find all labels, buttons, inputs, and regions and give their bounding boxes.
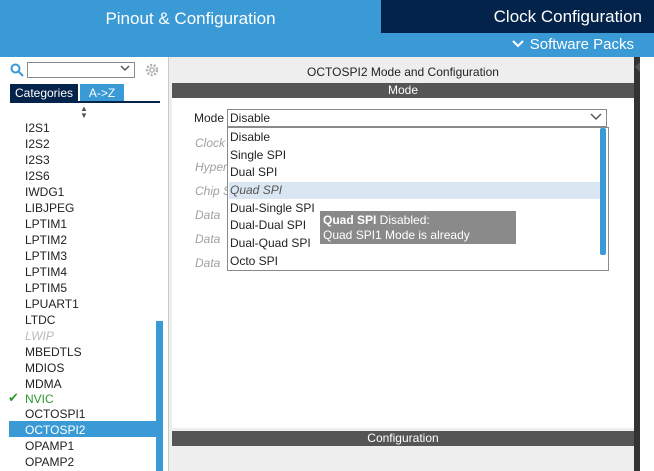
tooltip-title: Quad SPI bbox=[323, 213, 377, 227]
tabs-underline bbox=[10, 101, 160, 103]
collapse-arrow-icon[interactable] bbox=[635, 62, 640, 72]
tab-categories[interactable]: Categories bbox=[10, 84, 78, 101]
list-item[interactable]: I2S3 bbox=[25, 153, 50, 169]
list-item[interactable]: LPTIM3 bbox=[25, 249, 67, 265]
gear-icon[interactable] bbox=[144, 62, 160, 78]
dropdown-option[interactable]: Disable bbox=[229, 129, 600, 146]
mode-label: Mode bbox=[194, 111, 225, 125]
right-sidebar-edge bbox=[634, 57, 640, 471]
list-item[interactable]: LPTIM4 bbox=[25, 265, 67, 281]
list-item[interactable]: LPTIM2 bbox=[25, 233, 67, 249]
param-label-data: Data bbox=[195, 208, 221, 222]
configuration-section-header[interactable]: Configuration bbox=[172, 431, 634, 446]
list-item-enabled[interactable]: NVIC bbox=[25, 392, 54, 408]
dropdown-scrollbar[interactable] bbox=[600, 128, 606, 255]
list-item[interactable]: I2S2 bbox=[25, 137, 50, 153]
chevron-down-icon bbox=[512, 36, 524, 53]
chevron-down-icon[interactable] bbox=[120, 64, 130, 75]
param-label-data: Data bbox=[195, 232, 221, 246]
list-item[interactable]: LIBJPEG bbox=[25, 201, 74, 217]
software-packs-label: Software Packs bbox=[529, 36, 634, 53]
param-label-data: Data bbox=[195, 256, 221, 270]
dropdown-option[interactable]: Single SPI bbox=[229, 147, 600, 164]
dropdown-option[interactable]: Dual SPI bbox=[229, 164, 600, 181]
list-item[interactable]: MDMA bbox=[25, 377, 62, 393]
list-item[interactable]: LPTIM1 bbox=[25, 217, 67, 233]
mode-select[interactable]: Disable bbox=[227, 109, 607, 127]
tab-a-to-z[interactable]: A->Z bbox=[80, 84, 124, 101]
param-label-clock: Clock bbox=[195, 136, 226, 150]
tooltip: Quad SPI Disabled: Quad SPI1 Mode is alr… bbox=[320, 211, 516, 257]
list-item[interactable]: OPAMP2 bbox=[25, 455, 74, 471]
tooltip-status: Disabled: bbox=[376, 213, 430, 227]
list-item[interactable]: OPAMP1 bbox=[25, 439, 74, 455]
tooltip-reason: Quad SPI1 Mode is already activated bbox=[323, 228, 470, 257]
software-packs-menu[interactable]: Software Packs bbox=[512, 36, 634, 53]
list-item-selected[interactable]: OCTOSPI2 bbox=[25, 423, 85, 439]
panel-title: OCTOSPI2 Mode and Configuration bbox=[307, 65, 499, 79]
mode-select-value: Disable bbox=[230, 111, 271, 125]
configuration-section bbox=[172, 446, 634, 471]
list-item[interactable]: LPTIM5 bbox=[25, 281, 67, 297]
list-item[interactable]: IWDG1 bbox=[25, 185, 64, 201]
dropdown-option-highlighted[interactable]: Quad SPI bbox=[229, 182, 600, 199]
tab-clock-configuration[interactable]: Clock Configuration bbox=[381, 0, 654, 33]
list-item[interactable]: OCTOSPI1 bbox=[25, 407, 85, 423]
list-item[interactable]: I2S6 bbox=[25, 169, 50, 185]
list-item[interactable]: LPUART1 bbox=[25, 297, 79, 313]
mode-section-header[interactable]: Mode bbox=[172, 83, 634, 98]
checkmark-icon: ✔ bbox=[8, 390, 19, 405]
param-label-chip-select: Chip S bbox=[195, 184, 232, 198]
list-item[interactable]: LTDC bbox=[25, 313, 55, 329]
list-item[interactable]: MDIOS bbox=[25, 361, 64, 377]
list-item[interactable]: MBEDTLS bbox=[25, 345, 82, 361]
list-item[interactable]: I2S1 bbox=[25, 121, 50, 137]
search-input[interactable] bbox=[27, 62, 135, 78]
list-scrollbar-thumb[interactable] bbox=[156, 321, 163, 471]
sort-icon[interactable]: ▲ ▼ bbox=[80, 105, 88, 120]
list-item-disabled[interactable]: LWIP bbox=[25, 329, 54, 345]
chevron-down-icon[interactable] bbox=[590, 110, 602, 126]
param-label-hyper: Hyper bbox=[195, 160, 228, 174]
tab-pinout-configuration[interactable]: Pinout & Configuration bbox=[0, 0, 381, 38]
search-icon[interactable] bbox=[10, 63, 24, 77]
